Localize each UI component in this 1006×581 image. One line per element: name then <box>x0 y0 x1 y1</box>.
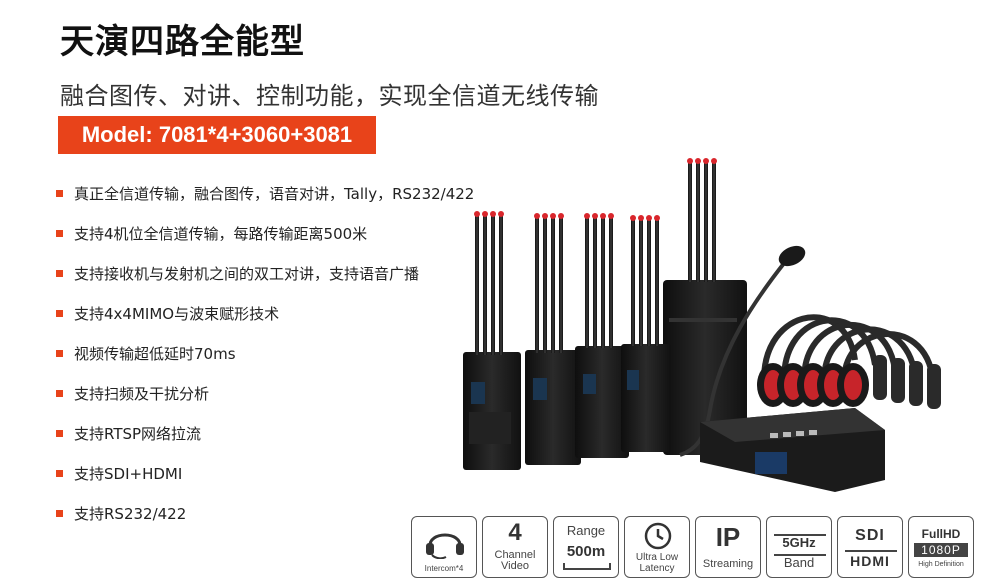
bullet-icon <box>56 470 63 477</box>
feature-item: 支持接收机与发射机之间的双工对讲，支持语音广播 <box>56 263 474 303</box>
bullet-icon <box>56 510 63 517</box>
bullet-icon <box>56 190 63 197</box>
transmitter-unit <box>525 213 581 465</box>
ip-badge: IP Streaming <box>695 516 761 578</box>
bullet-icon <box>56 430 63 437</box>
transmitter-unit <box>463 211 521 470</box>
intercom-label: Intercom*4 <box>424 564 464 573</box>
bullet-icon <box>56 390 63 397</box>
sdi-line2: HDMI <box>850 553 890 569</box>
channel-badge: 4 Channel Video <box>482 516 548 578</box>
fullhd-line2: 1080P <box>914 543 968 557</box>
intercom-base <box>700 408 885 492</box>
page-subtitle: 融合图传、对讲、控制功能，实现全信道无线传输 <box>60 82 599 110</box>
feature-item: 支持扫频及干扰分析 <box>56 383 474 423</box>
bullet-icon <box>56 270 63 277</box>
bullet-icon <box>56 310 63 317</box>
band-small: Band <box>783 555 815 570</box>
range-bracket-icon <box>563 563 611 570</box>
headset-icon <box>426 533 464 559</box>
feature-badges: Intercom*4 4 Channel Video Range 500m Ul… <box>411 516 974 578</box>
feature-item: 支持SDI+HDMI <box>56 463 474 503</box>
latency-badge: Ultra Low Latency <box>624 516 690 578</box>
intercom-badge: Intercom*4 <box>411 516 477 578</box>
feature-item: 视频传输超低延时70ms <box>56 343 474 383</box>
feature-item: 支持4x4MIMO与波束赋形技术 <box>56 303 474 343</box>
transmitter-unit <box>575 213 629 458</box>
bullet-icon <box>56 230 63 237</box>
fullhd-line3: High Definition <box>918 561 964 568</box>
page-title: 天演四路全能型 <box>60 22 305 62</box>
clock-icon <box>644 522 672 550</box>
latency-line2: Latency <box>639 563 675 574</box>
feature-item: 真正全信道传输，融合图传，语音对讲，Tally，RS232/422 <box>56 183 474 223</box>
product-illustration <box>463 158 941 492</box>
channel-line2: Video <box>501 560 529 572</box>
product-image <box>455 150 975 512</box>
ip-small: Streaming <box>702 558 754 570</box>
sdi-line1: SDI <box>855 527 885 544</box>
feature-list: 真正全信道传输，融合图传，语音对讲，Tally，RS232/422 支持4机位全… <box>56 183 474 543</box>
bullet-icon <box>56 350 63 357</box>
channel-number: 4 <box>508 519 522 546</box>
fullhd-badge: FullHD 1080P High Definition <box>908 516 974 578</box>
latency-line1: Ultra Low <box>635 552 679 563</box>
receiver-unit <box>663 158 747 455</box>
fullhd-line1: FullHD <box>921 527 961 541</box>
band-badge: 5GHz Band <box>766 516 832 578</box>
feature-item: 支持4机位全信道传输，每路传输距离500米 <box>56 223 474 263</box>
range-line2: 500m <box>566 543 606 560</box>
feature-item: 支持RTSP网络拉流 <box>56 423 474 463</box>
range-line1: Range <box>566 523 606 538</box>
sdi-hdmi-badge: SDI HDMI <box>837 516 903 578</box>
ip-big: IP <box>715 522 741 552</box>
range-badge: Range 500m <box>553 516 619 578</box>
model-badge: Model: 7081*4+3060+3081 <box>58 116 376 154</box>
